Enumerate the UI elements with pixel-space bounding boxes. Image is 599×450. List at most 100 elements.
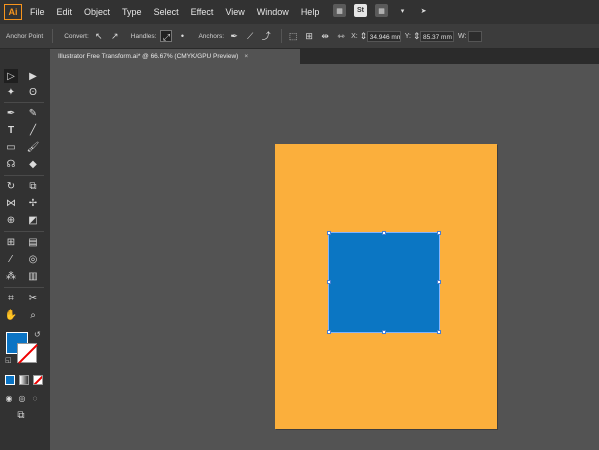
stock-badge-icon[interactable]: St [354,4,367,17]
cut-path-icon[interactable]: ⤴ [260,30,272,42]
symbol-sprayer-tool-icon[interactable]: ⁂ [4,269,18,283]
x-field[interactable]: 34.946 mm [366,30,401,42]
swap-fill-stroke-icon[interactable]: ↺ [34,330,41,339]
transform-handle-top[interactable] [382,231,386,235]
perspective-grid-tool-icon[interactable]: ◩ [26,213,40,227]
gradient-mode-icon[interactable] [19,375,29,385]
curvature-tool-icon[interactable]: ✎ [26,106,40,120]
separator [52,29,54,43]
shaper-tool-icon[interactable]: ☊ [4,157,18,171]
app-logo: Ai [4,4,22,20]
align-icon[interactable]: ⊞ [303,30,315,42]
w-label: W: [457,32,467,40]
default-colors-icon[interactable]: ◱ [5,356,12,364]
menu-edit[interactable]: Edit [57,7,73,17]
menu-help[interactable]: Help [301,7,320,17]
menubar-icon-group: ▦ St ▦ ▾ ➤ [333,4,430,17]
show-handles-icon[interactable]: ⤢ [160,30,173,42]
separator [4,231,44,232]
anchor-point-label: Anchor Point [6,32,44,40]
transform-handle-right[interactable] [437,280,441,284]
separator [4,287,44,288]
isolate-icon[interactable]: ⬚ [287,30,299,42]
w-field[interactable] [468,30,483,42]
line-tool-icon[interactable]: ╱ [26,123,40,137]
separator [4,102,44,103]
rectangle-tool-icon[interactable]: ▭ [4,140,18,154]
y-label: Y: [404,32,411,40]
paintbrush-tool-icon[interactable]: 🖌 [26,140,40,154]
tools-panel: ▷ ▶ ✦ ʘ ✒ ✎ T ╱ ▭ 🖌 ☊ ◆ ↻ ⧉ ⋈ ✢ ⊕ ◩ ⊞ ▤ … [0,63,50,450]
menu-object[interactable]: Object [84,7,110,17]
hide-handles-icon[interactable]: • [176,30,188,42]
y-stepper-icon[interactable]: ⇕ [413,30,421,42]
stroke-swatch[interactable] [17,343,37,363]
convert-smooth-icon[interactable]: ↗ [109,30,121,42]
scale-tool-icon[interactable]: ⧉ [26,179,40,193]
slice-tool-icon[interactable]: ✂ [26,291,40,305]
x-label: X: [351,32,358,40]
screen-mode-icon[interactable]: ⧉ [14,408,28,422]
x-stepper-icon[interactable]: ⇕ [360,30,368,42]
blend-tool-icon[interactable]: ◎ [26,252,40,266]
transform-handle-left[interactable] [327,280,331,284]
document-tab-title: Illustrator Free Transform.ai* @ 66.67% … [58,53,239,60]
zoom-tool-icon[interactable]: ⌕ [26,308,40,322]
convert-label: Convert: [64,32,89,40]
pen-tool-icon[interactable]: ✒ [4,106,18,120]
lasso-tool-icon[interactable]: ʘ [26,85,40,99]
send-arrow-icon[interactable]: ➤ [417,4,430,17]
transform-handle-bottom-right[interactable] [437,330,441,334]
menu-select[interactable]: Select [154,7,179,17]
document-tab-bar: Illustrator Free Transform.ai* @ 66.67% … [50,49,599,64]
color-mode-row [5,375,43,385]
puppet-warp-tool-icon[interactable]: ✢ [26,196,40,210]
draw-behind-icon[interactable]: ◎ [17,391,27,405]
dropdown-chevron-icon[interactable]: ▾ [396,4,409,17]
close-icon[interactable]: × [244,53,248,60]
transform-handle-bottom-left[interactable] [327,330,331,334]
transform-handle-bottom[interactable] [382,330,386,334]
menu-window[interactable]: Window [257,7,289,17]
type-tool-icon[interactable]: T [4,123,18,137]
width-tool-icon[interactable]: ⋈ [4,196,18,210]
selection-tool-icon[interactable]: ▷ [4,69,18,83]
menu-file[interactable]: File [30,7,45,17]
gradient-tool-icon[interactable]: ▤ [26,235,40,249]
none-mode-icon[interactable] [33,375,43,385]
transform-handle-top-left[interactable] [327,231,331,235]
transform-handle-top-right[interactable] [437,231,441,235]
artboard-tool-icon[interactable]: ⌗ [4,291,18,305]
menu-effect[interactable]: Effect [191,7,214,17]
menu-bar: Ai File Edit Object Type Select Effect V… [0,0,599,24]
shape-builder-tool-icon[interactable]: ⊕ [4,213,18,227]
column-graph-tool-icon[interactable]: ▥ [26,269,40,283]
direct-selection-tool-icon[interactable]: ▶ [26,69,40,83]
distribute-icon[interactable]: ⇿ [335,30,347,42]
transform-icon[interactable]: ⇹ [319,30,331,42]
draw-inside-icon[interactable]: ◌ [30,391,40,405]
eyedropper-tool-icon[interactable]: ⁄ [4,252,18,266]
toolbar-header[interactable] [0,49,50,63]
y-field[interactable]: 85.37 mm [419,30,454,42]
convert-corner-icon[interactable]: ↖ [93,30,105,42]
rotate-tool-icon[interactable]: ↻ [4,179,18,193]
separator [281,29,283,43]
mesh-tool-icon[interactable]: ⊞ [4,235,18,249]
anchors-label: Anchors: [198,32,225,40]
workspace-grid-icon[interactable]: ▦ [375,4,388,17]
control-bar: Anchor Point Convert: ↖ ↗ Handles: ⤢ • A… [0,24,599,49]
separator [4,175,44,176]
document-tab[interactable]: Illustrator Free Transform.ai* @ 66.67% … [50,49,300,64]
draw-normal-icon[interactable]: ◉ [4,391,14,405]
eraser-tool-icon[interactable]: ◆ [26,157,40,171]
connect-anchor-icon[interactable]: ⟋ [244,30,256,42]
hand-tool-icon[interactable]: ✋ [4,308,18,322]
magic-wand-tool-icon[interactable]: ✦ [4,85,18,99]
remove-anchor-icon[interactable]: ✒ [228,30,240,42]
color-mode-icon[interactable] [5,375,15,385]
menu-view[interactable]: View [225,7,244,17]
menu-type[interactable]: Type [122,7,142,17]
libraries-icon[interactable]: ▦ [333,4,346,17]
selected-blue-square[interactable] [328,232,440,333]
